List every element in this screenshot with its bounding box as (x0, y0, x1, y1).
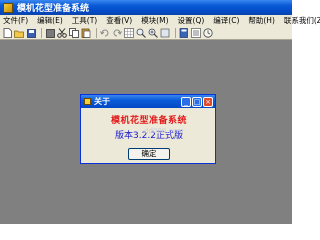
maximize-icon[interactable]: □ (192, 96, 202, 107)
zoom-out-icon[interactable] (136, 28, 146, 38)
menu-settings[interactable]: 设置(Q) (175, 15, 208, 27)
menu-compile[interactable]: 编译(C) (210, 15, 242, 27)
app-icon (3, 2, 13, 13)
zoom-in-icon[interactable] (148, 28, 158, 38)
book-icon[interactable] (179, 28, 189, 38)
new-file-icon[interactable] (2, 28, 12, 38)
copy-icon[interactable] (69, 28, 79, 38)
redo-icon[interactable] (112, 28, 122, 38)
menu-help[interactable]: 帮助(H) (245, 15, 278, 27)
product-name: 模机花型准备系统 (110, 116, 187, 126)
grid-icon[interactable] (124, 28, 134, 38)
menu-module[interactable]: 模块(M) (138, 15, 171, 27)
toolbar-separator (96, 28, 97, 38)
minimize-icon[interactable]: _ (181, 96, 191, 107)
window-title: 模机花型准备系统 (17, 4, 90, 14)
open-folder-icon[interactable] (14, 28, 24, 38)
ok-button[interactable]: 确定 (128, 148, 170, 160)
title-bar: 模机花型准备系统 (0, 0, 292, 15)
stop-icon[interactable] (45, 28, 55, 38)
paste-icon[interactable] (81, 28, 91, 38)
list-icon[interactable] (191, 28, 201, 38)
save-icon[interactable] (26, 28, 36, 38)
main-window: 模机花型准备系统 文件(F) 编辑(E) 工具(T) 查看(V) 模块(M) 设… (0, 0, 320, 224)
cut-icon[interactable] (57, 28, 67, 38)
toolbar-separator (175, 28, 176, 38)
toolbar-separator (41, 28, 42, 38)
dialog-title: 关于 (94, 97, 110, 106)
close-icon[interactable]: × (203, 96, 213, 107)
watermark-text: dd000.com (144, 127, 184, 135)
menu-view[interactable]: 查看(V) (103, 15, 135, 27)
menu-tools[interactable]: 工具(T) (69, 15, 100, 27)
dialog-app-icon (84, 98, 91, 105)
toolbar (0, 27, 292, 40)
dialog-title-bar: 关于 _ □ × (81, 95, 215, 108)
undo-icon[interactable] (100, 28, 110, 38)
fit-icon[interactable] (160, 28, 170, 38)
menu-contact[interactable]: 联系我们(Z) (281, 15, 320, 27)
menu-bar: 文件(F) 编辑(E) 工具(T) 查看(V) 模块(M) 设置(Q) 编译(C… (0, 15, 320, 27)
dialog-controls: _ □ × (180, 96, 213, 107)
menu-edit[interactable]: 编辑(E) (34, 15, 66, 27)
menu-file[interactable]: 文件(F) (0, 15, 31, 27)
clock-icon[interactable] (203, 28, 213, 38)
